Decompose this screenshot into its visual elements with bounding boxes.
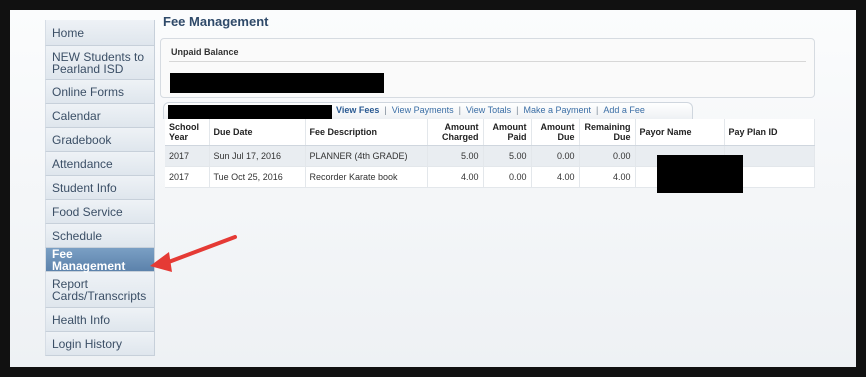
app-window: Home NEW Students to Pearland ISD Online…	[10, 10, 856, 367]
annotation-arrow-icon	[150, 235, 237, 272]
